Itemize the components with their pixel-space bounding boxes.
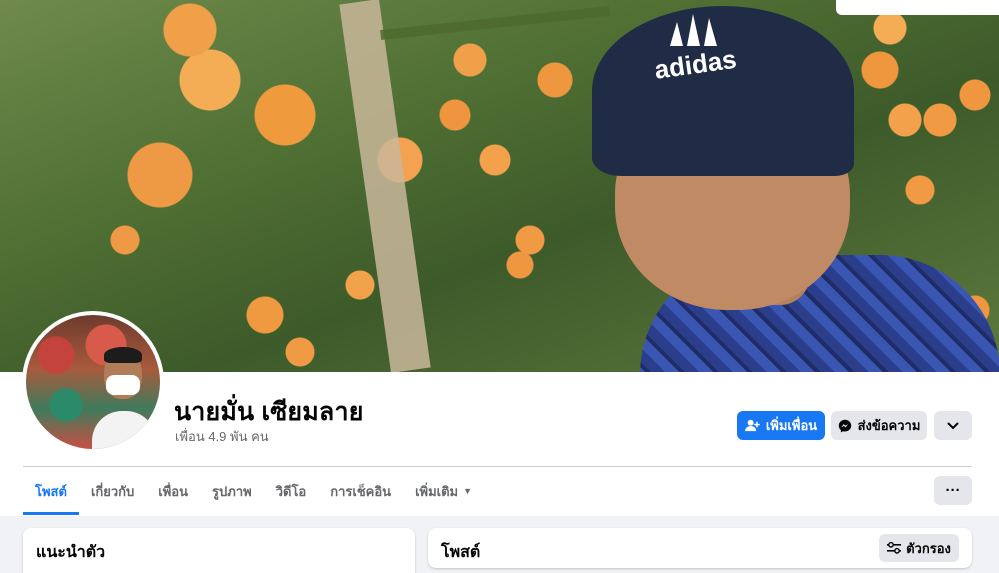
posts-card: โพสต์ ตัวกรอง [428, 528, 972, 568]
avatar-body [92, 411, 156, 449]
top-edge-bar [836, 0, 999, 15]
avatar-hair [104, 347, 142, 363]
friends-count[interactable]: เพื่อน 4.9 พัน คน [175, 426, 269, 447]
more-actions-button[interactable] [934, 411, 972, 440]
posts-title: โพสต์ [441, 544, 481, 561]
tabs-overflow-button[interactable]: ··· [934, 476, 972, 505]
tab-more[interactable]: เพิ่มเติม ▼ [403, 467, 484, 515]
cover-photo[interactable]: adidas [0, 0, 999, 372]
intro-title: แนะนำตัว [36, 544, 106, 561]
branch [380, 6, 610, 40]
tab-videos[interactable]: วิดีโอ [264, 467, 319, 515]
avatar-mask [106, 375, 140, 395]
bamboo-pole [339, 0, 431, 372]
chevron-down-icon [947, 422, 959, 429]
tab-about[interactable]: เกี่ยวกับ [79, 467, 146, 515]
profile-tabs: โพสต์ เกี่ยวกับ เพื่อน รูปภาพ วิดีโอ การ… [23, 467, 484, 515]
message-label: ส่งข้อความ [857, 418, 921, 433]
more-dots-icon: ··· [945, 482, 961, 499]
tab-checkins[interactable]: การเช็คอิน [318, 467, 403, 515]
messenger-icon [838, 419, 851, 432]
message-button[interactable]: ส่งข้อความ [831, 411, 927, 440]
filter-button[interactable]: ตัวกรอง [879, 534, 959, 562]
avatar [26, 315, 160, 449]
add-friend-label: เพิ่มเพื่อน [765, 418, 818, 433]
add-friend-button[interactable]: เพิ่มเพื่อน [737, 411, 825, 440]
tab-posts[interactable]: โพสต์ [23, 467, 79, 515]
filter-label: ตัวกรอง [906, 540, 951, 556]
tab-friends[interactable]: เพื่อน [146, 467, 200, 515]
profile-picture[interactable] [22, 311, 164, 453]
caret-down-icon: ▼ [463, 486, 473, 496]
add-friend-icon [744, 419, 760, 432]
intro-card: แนะนำตัว [23, 528, 415, 573]
tab-photos[interactable]: รูปภาพ [200, 467, 264, 515]
filter-sliders-icon [887, 542, 902, 554]
cap-stripes-logo [670, 14, 717, 46]
